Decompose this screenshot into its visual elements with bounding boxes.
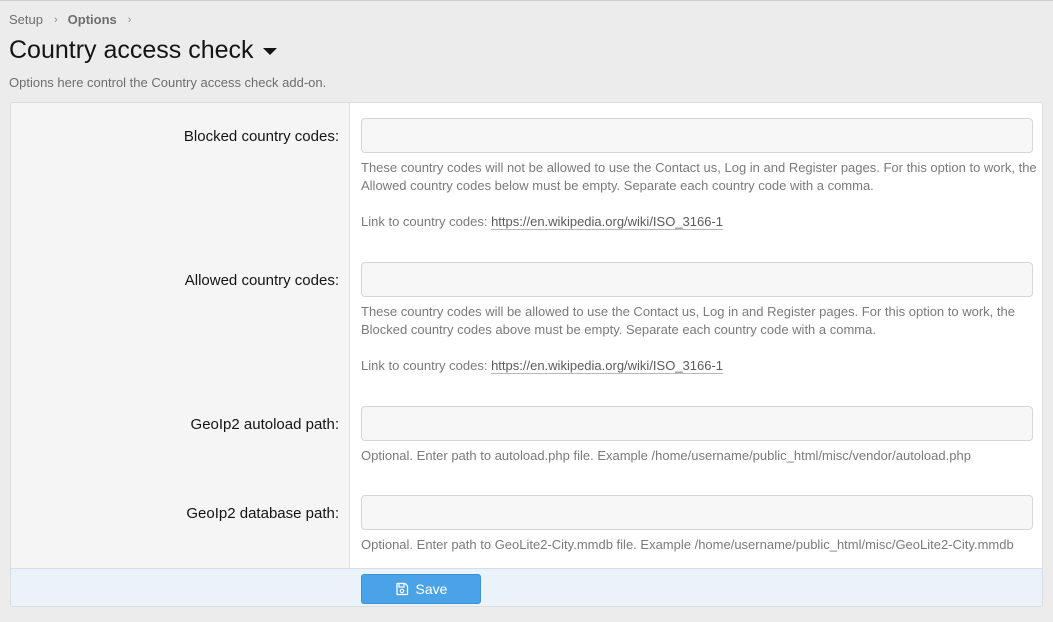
blocked-codes-link-row: Link to country codes: https://en.wikipe… [361, 213, 1041, 231]
save-button[interactable]: Save [361, 574, 481, 604]
autoload-path-hint: Optional. Enter path to autoload.php fil… [361, 448, 971, 463]
chevron-right-icon: › [53, 13, 58, 26]
autoload-path-input[interactable] [361, 406, 1033, 441]
allowed-codes-link-prefix: Link to country codes: [361, 358, 492, 373]
save-button-label: Save [415, 581, 448, 597]
label-column [11, 103, 350, 568]
database-path-label: GeoIp2 database path: [186, 505, 339, 522]
page-title-text: Country access check [9, 36, 254, 64]
blocked-codes-iso-link[interactable]: https://en.wikipedia.org/wiki/ISO_3166-1 [491, 214, 724, 230]
page-title[interactable]: Country access check [9, 36, 277, 65]
blocked-codes-hint: These country codes will not be allowed … [361, 159, 1041, 231]
allowed-codes-iso-link[interactable]: https://en.wikipedia.org/wiki/ISO_3166-1 [491, 358, 724, 374]
allowed-codes-link-row: Link to country codes: https://en.wikipe… [361, 357, 1041, 375]
breadcrumb: Setup › Options › [9, 12, 141, 27]
allowed-codes-hint-text: These country codes will be allowed to u… [361, 304, 1015, 337]
save-icon [395, 582, 408, 596]
form-footer: Save [11, 568, 1042, 606]
database-path-hint: Optional. Enter path to GeoLite2-City.mm… [361, 537, 1014, 552]
blocked-codes-input[interactable] [361, 118, 1033, 153]
autoload-path-label: GeoIp2 autoload path: [190, 416, 339, 433]
options-panel: Blocked country codes: These country cod… [10, 102, 1043, 607]
caret-down-icon[interactable] [262, 48, 277, 55]
allowed-codes-hint: These country codes will be allowed to u… [361, 303, 1041, 375]
page-description: Options here control the Country access … [9, 75, 327, 90]
breadcrumb-setup[interactable]: Setup [9, 12, 43, 27]
blocked-codes-link-prefix: Link to country codes: [361, 214, 492, 229]
allowed-codes-label: Allowed country codes: [184, 272, 339, 289]
blocked-codes-hint-text: These country codes will not be allowed … [361, 160, 1037, 193]
allowed-codes-input[interactable] [361, 262, 1033, 297]
chevron-right-icon: › [127, 13, 132, 26]
database-path-input[interactable] [361, 495, 1033, 530]
blocked-codes-label: Blocked country codes: [183, 128, 339, 145]
breadcrumb-options[interactable]: Options [68, 12, 117, 27]
